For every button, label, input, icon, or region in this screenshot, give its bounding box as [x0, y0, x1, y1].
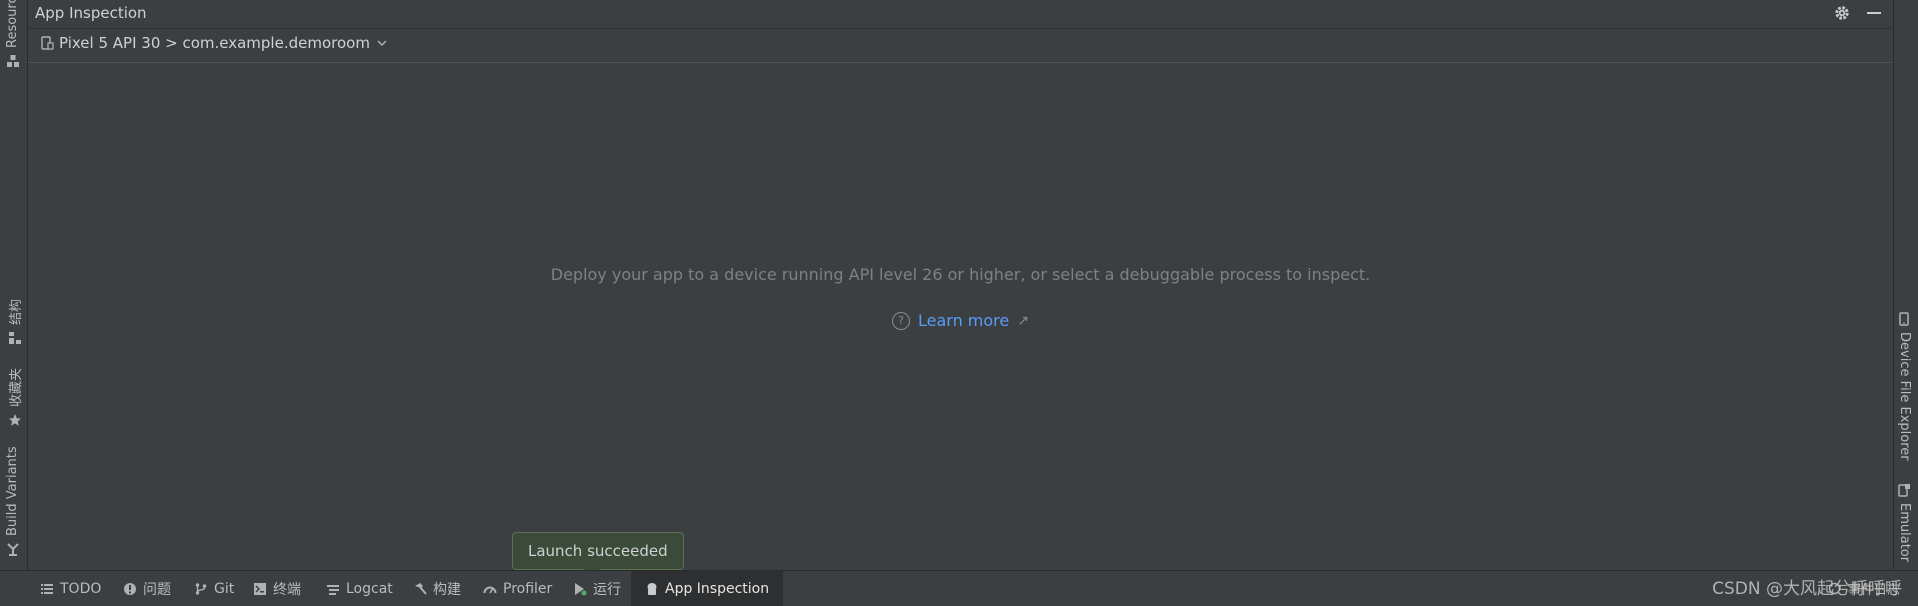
left-tool-strip: Resource 结构 收藏夹 Build Variants: [0, 0, 28, 570]
profiler-icon: [483, 582, 497, 596]
terminal-icon: [253, 582, 267, 596]
empty-state-message: Deploy your app to a device running API …: [550, 265, 1371, 284]
left-tab-label: 结构: [9, 298, 24, 325]
left-tab-label: Build Variants: [5, 446, 20, 536]
bottom-tab-label: Logcat: [346, 580, 393, 597]
help-icon: ?: [892, 311, 910, 330]
learn-more-row: ? Learn more ↗: [28, 311, 1893, 330]
app-inspection-icon: [645, 582, 659, 596]
bottom-tab-problems[interactable]: 问题: [117, 571, 177, 606]
bottom-tab-label: App Inspection: [665, 580, 770, 597]
header-actions: [1833, 4, 1883, 22]
right-tab-label: Emulator: [1897, 503, 1912, 563]
problems-icon: [123, 582, 137, 596]
logcat-icon: [326, 582, 340, 596]
watermark: CSDN @大风起兮呼呼呼: [1712, 579, 1902, 599]
bottom-tab-label: 构建: [433, 581, 461, 598]
structure-icon: [8, 331, 22, 345]
build-variants-icon: [6, 542, 20, 556]
bottom-tab-terminal[interactable]: 终端: [247, 571, 307, 606]
tool-window-title: App Inspection: [35, 4, 147, 22]
minimize-icon[interactable]: [1865, 4, 1883, 22]
list-icon: [40, 582, 54, 596]
star-icon: [8, 413, 22, 427]
bottom-tab-label: Profiler: [503, 580, 553, 597]
bottom-tab-logcat[interactable]: Logcat: [320, 571, 399, 606]
device-icon: [1898, 312, 1912, 326]
right-tab-label: Device File Explorer: [1897, 332, 1912, 461]
bottom-tab-git[interactable]: Git: [188, 571, 240, 606]
process-selector[interactable]: Pixel 5 API 30 > com.example.demoroom: [40, 34, 389, 52]
bottom-tab-run[interactable]: 运行: [567, 571, 627, 606]
bottom-tab-label: 问题: [143, 581, 171, 598]
chevron-down-icon: [375, 36, 389, 50]
right-tab-device-file-explorer[interactable]: Device File Explorer: [1897, 312, 1912, 461]
bottom-tab-profiler[interactable]: Profiler: [477, 571, 558, 606]
process-selector-label: Pixel 5 API 30 > com.example.demoroom: [59, 34, 370, 52]
left-tab-resource-manager[interactable]: Resource: [5, 0, 20, 68]
left-tab-label: Resource: [5, 0, 20, 48]
launch-toast: Launch succeeded: [512, 532, 684, 570]
learn-more-link[interactable]: Learn more: [918, 311, 1009, 330]
emulator-icon: [1898, 483, 1912, 497]
inspection-content: Deploy your app to a device running API …: [28, 63, 1893, 570]
bottom-tab-todo[interactable]: TODO: [34, 571, 107, 606]
bottom-tab-build[interactable]: 构建: [407, 571, 467, 606]
hammer-icon: [413, 582, 427, 596]
left-tab-label: 收藏夹: [9, 367, 24, 407]
bottom-tab-label: 终端: [273, 581, 301, 598]
bottom-tab-label: 运行: [593, 581, 621, 598]
external-link-icon: ↗: [1017, 312, 1029, 329]
gear-icon[interactable]: [1833, 4, 1851, 22]
bottom-tool-bar: TODO 问题 Git 终端 Logcat 构建 Profiler 运行 App…: [0, 570, 1918, 606]
device-icon: [40, 36, 54, 50]
run-icon: [573, 582, 587, 596]
left-tab-build-variants[interactable]: Build Variants: [5, 446, 20, 556]
right-tab-emulator[interactable]: Emulator: [1897, 483, 1912, 562]
resource-manager-icon: [6, 54, 20, 68]
right-tool-strip: Device File Explorer Emulator: [1893, 0, 1918, 570]
bottom-tab-label: TODO: [60, 580, 102, 597]
left-tab-structure[interactable]: 结构: [5, 299, 24, 345]
git-branch-icon: [194, 582, 208, 596]
left-tab-favorites[interactable]: 收藏夹: [5, 368, 24, 427]
bottom-tab-app-inspection[interactable]: App Inspection: [631, 571, 784, 606]
bottom-tab-label: Git: [214, 580, 235, 597]
tool-window-header: App Inspection: [28, 0, 1893, 29]
